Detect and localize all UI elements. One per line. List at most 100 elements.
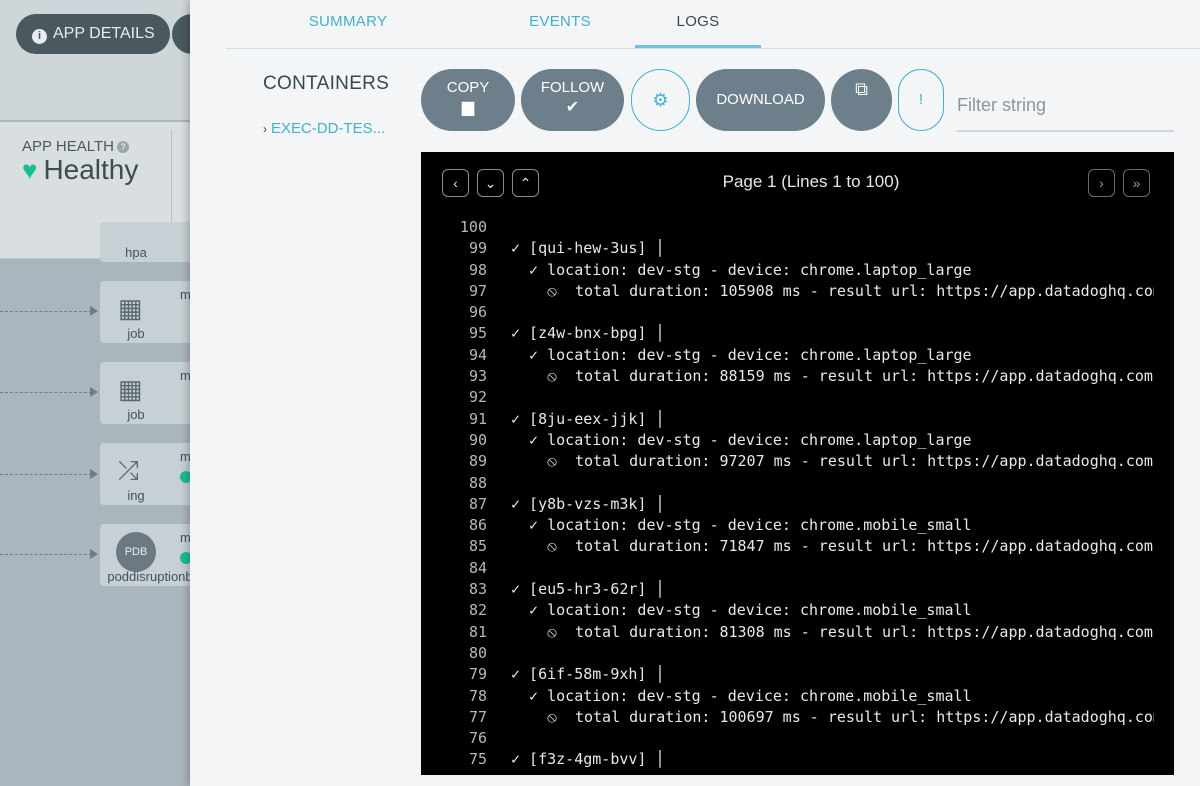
line-number: 96 (468, 303, 487, 322)
line-number: 77 (468, 707, 487, 726)
line-number: 83 (468, 580, 487, 599)
log-line: 80 (421, 644, 1174, 665)
graph-node-job[interactable]: ▦ m job (100, 362, 200, 424)
log-line: 88 (421, 474, 1174, 495)
graph-node-hpa[interactable]: hpa (100, 222, 200, 262)
containers-title: CONTAINERS (263, 73, 390, 94)
line-text: ⦸ total duration: 105908 ms - result url… (511, 281, 1154, 300)
app-health-title: APP HEALTH? (22, 138, 129, 155)
line-number: 94 (468, 345, 487, 364)
tab-summary[interactable]: SUMMARY (293, 0, 403, 47)
line-number: 76 (468, 729, 487, 748)
line-text: ⦸ total duration: 100697 ms - result url… (511, 707, 1154, 726)
app-details-label: APP DETAILS (53, 25, 155, 42)
line-text: ✓ location: dev-stg - device: chrome.lap… (511, 345, 972, 364)
log-line: 95 ✓ [z4w-bnx-bpg] │ (421, 324, 1174, 345)
download-button[interactable]: DOWNLOAD (696, 69, 825, 131)
previous-logs-button[interactable]: ! (898, 69, 944, 131)
app-health-status: ♥ Healthy (22, 154, 138, 186)
graph-node-ingress[interactable]: ⤮ m ing (100, 443, 200, 505)
log-line: 86 ✓ location: dev-stg - device: chrome.… (421, 516, 1174, 537)
copy-button[interactable]: COPY ▆ (421, 69, 515, 131)
scroll-bottom-button[interactable]: ⌄ (477, 169, 504, 197)
line-text: ✓ [f3z-4gm-bvv] │ (511, 750, 665, 769)
open-external-button[interactable]: ⧉ (831, 69, 892, 131)
log-line: 83 ✓ [eu5-hr3-62r] │ (421, 580, 1174, 601)
line-number: 79 (468, 665, 487, 684)
line-text: ✓ [6if-58m-9xh] │ (511, 665, 665, 684)
previous-page-button[interactable]: ‹ (442, 169, 469, 197)
ingress-icon: ⤮ (118, 455, 139, 485)
graph-edge (0, 474, 92, 475)
graph-edge (0, 311, 92, 312)
job-icon: ▦ (118, 374, 143, 404)
chevron-left-icon: ‹ (453, 175, 458, 191)
line-text: ⦸ total duration: 97207 ms - result url:… (511, 452, 1153, 471)
log-line: 76 (421, 729, 1174, 750)
chevron-up-icon: ⌃ (519, 175, 532, 191)
tab-logs[interactable]: LOGS (635, 0, 761, 48)
log-line: 79 ✓ [6if-58m-9xh] │ (421, 665, 1174, 686)
resource-details-panel: SUMMARY EVENTS LOGS CONTAINERS › EXEC-DD-… (190, 0, 1200, 786)
settings-button[interactable]: ⚙ (631, 69, 690, 131)
line-number: 93 (468, 367, 487, 386)
check-icon: ✔ (565, 99, 580, 116)
line-text: ✓ location: dev-stg - device: chrome.lap… (511, 430, 972, 449)
health-status-text: Healthy (43, 154, 139, 185)
line-number: 86 (468, 516, 487, 535)
log-line: 97 ⦸ total duration: 105908 ms - result … (421, 282, 1174, 303)
next-page-button[interactable]: › (1088, 169, 1115, 197)
line-number: 82 (468, 601, 487, 620)
line-number: 100 (459, 218, 487, 236)
node-label: ing (127, 488, 145, 503)
chevron-right-icon: › (263, 122, 267, 136)
last-page-button[interactable]: » (1123, 169, 1150, 197)
double-chevron-right-icon: » (1132, 175, 1141, 191)
line-number: 92 (468, 388, 487, 407)
line-number: 75 (468, 750, 487, 769)
chevron-down-icon: ⌄ (484, 175, 497, 191)
app-details-button[interactable]: i APP DETAILS (16, 14, 170, 54)
graph-edge (0, 554, 92, 555)
graph-edge (0, 392, 92, 393)
line-number: 89 (468, 452, 487, 471)
line-number: 99 (468, 239, 487, 258)
line-number: 80 (468, 643, 487, 662)
line-number: 88 (468, 473, 487, 492)
help-icon[interactable]: ? (116, 141, 129, 153)
node-label: hpa (125, 245, 147, 260)
tab-bar: SUMMARY EVENTS LOGS (226, 0, 1200, 49)
line-number: 85 (468, 537, 487, 556)
follow-button[interactable]: FOLLOW ✔ (521, 69, 624, 131)
graph-node-job[interactable]: ▦ m job (100, 281, 200, 343)
line-text: ✓ [y8b-vzs-m3k] │ (511, 494, 665, 513)
line-number: 97 (468, 281, 487, 300)
pdb-icon: PDB (116, 532, 156, 572)
log-line: 91 ✓ [8ju-eex-jjk] │ (421, 410, 1174, 431)
node-label: job (127, 407, 145, 422)
line-number: 98 (468, 260, 487, 279)
log-line: 84 (421, 559, 1174, 580)
node-label: poddisruptionb (107, 569, 193, 584)
arrow-icon (90, 549, 98, 559)
log-line: 87 ✓ [y8b-vzs-m3k] │ (421, 495, 1174, 516)
arrow-icon (90, 469, 98, 479)
log-line: 98 ✓ location: dev-stg - device: chrome.… (421, 261, 1174, 282)
line-number: 78 (468, 686, 487, 705)
line-text: ✓ [z4w-bnx-bpg] │ (511, 324, 665, 343)
filter-input[interactable] (957, 80, 1174, 132)
app-health-label: APP HEALTH (22, 138, 114, 155)
scroll-top-button[interactable]: ⌃ (512, 169, 539, 197)
line-text: ✓ location: dev-stg - device: chrome.mob… (511, 516, 972, 535)
line-text: ✓ location: dev-stg - device: chrome.mob… (511, 686, 972, 705)
log-line: 96 (421, 303, 1174, 324)
container-item[interactable]: › EXEC-DD-TES... (263, 120, 385, 137)
container-name: EXEC-DD-TES... (271, 120, 386, 137)
tab-events[interactable]: EVENTS (480, 0, 640, 47)
graph-node-pdb[interactable]: PDB m poddisruptionb (100, 524, 200, 586)
chevron-right-icon: › (1099, 175, 1104, 191)
line-text: ✓ location: dev-stg - device: chrome.lap… (511, 260, 972, 279)
log-line: 100 (421, 218, 1174, 239)
line-number: 95 (468, 324, 487, 343)
log-viewer: ‹ ⌄ ⌃ Page 1 (Lines 1 to 100) › » 100 99… (421, 152, 1174, 775)
